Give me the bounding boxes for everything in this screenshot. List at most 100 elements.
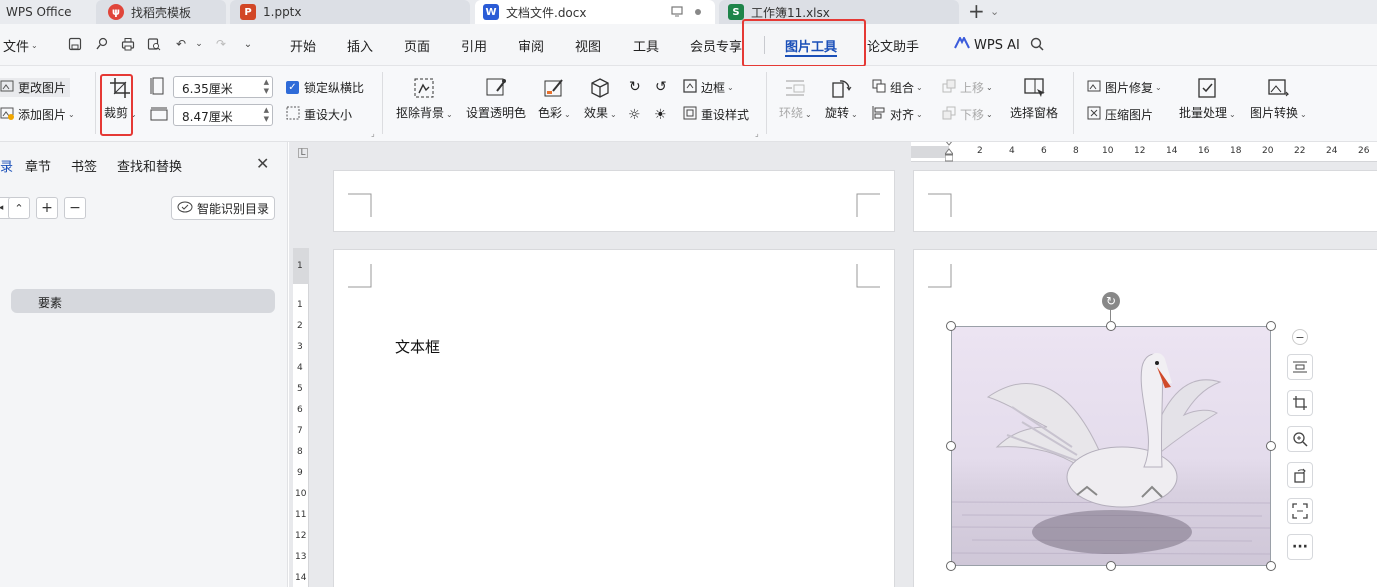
nav-tab-chapters[interactable]: 章节: [25, 156, 51, 175]
change-image-button[interactable]: 更改图片: [0, 78, 71, 97]
save-icon[interactable]: [67, 36, 83, 52]
crop-button[interactable]: 裁剪 ⌄: [104, 76, 137, 121]
toc-item[interactable]: 要素: [11, 289, 275, 313]
resize-handle-nw[interactable]: [946, 321, 956, 331]
resize-handle-w[interactable]: [946, 441, 956, 451]
menu-tools[interactable]: 工具: [633, 24, 659, 66]
screenshot-extract-icon[interactable]: [1287, 498, 1313, 524]
move-up-button[interactable]: ⌃: [8, 197, 30, 219]
add-image-button[interactable]: 添加图片 ⌄: [0, 106, 75, 123]
new-tab-button[interactable]: +: [968, 0, 985, 22]
chevron-down-icon[interactable]: ⌄: [990, 5, 999, 18]
image-repair-button[interactable]: 图片修复 ⌄: [1087, 79, 1162, 96]
menu-page[interactable]: 页面: [404, 24, 430, 66]
remove-background-button[interactable]: 抠除背景 ⌄: [396, 76, 453, 121]
tab-wps-office[interactable]: WPS Office: [6, 0, 72, 24]
ruler-tick: 14: [295, 573, 307, 583]
border-button[interactable]: 边框 ⌄: [683, 79, 734, 96]
compress-image-button[interactable]: 压缩图片: [1087, 106, 1153, 123]
search-icon[interactable]: [1029, 36, 1045, 52]
menu-member[interactable]: 会员专享: [690, 24, 742, 66]
set-transparent-button[interactable]: 设置透明色: [466, 76, 526, 121]
tab-stop-icon[interactable]: L: [298, 148, 308, 158]
reset-style-label: 重设样式: [701, 108, 750, 122]
menu-paper-assistant[interactable]: 论文助手: [867, 24, 919, 66]
resize-handle-s[interactable]: [1106, 561, 1116, 571]
brightness-up-icon[interactable]: ☼: [628, 107, 641, 123]
width-input[interactable]: 6.35厘米 ▲ ▼: [173, 76, 273, 98]
rotate-right-icon[interactable]: ↺: [655, 79, 667, 95]
layout-options-icon[interactable]: [1287, 354, 1313, 380]
border-label: 边框: [701, 81, 726, 95]
lock-aspect-checkbox[interactable]: ✓ 锁定纵横比: [286, 79, 364, 96]
menu-references[interactable]: 引用: [461, 24, 487, 66]
undo-dropdown-icon[interactable]: ⌄: [191, 36, 207, 52]
wps-ai-button[interactable]: WPS AI: [954, 24, 1020, 66]
nav-tab-bookmarks[interactable]: 书签: [71, 156, 97, 175]
format-painter-icon[interactable]: [94, 36, 110, 52]
group-button[interactable]: 组合 ⌄: [872, 79, 923, 96]
word-icon: W: [483, 4, 499, 20]
selection-pane-button[interactable]: 选择窗格: [1010, 76, 1058, 121]
page-corner-mark: [928, 193, 952, 217]
rotate-handle-icon[interactable]: ↻: [1102, 292, 1120, 310]
ruler-tick: 9: [297, 468, 303, 478]
rotate-left-icon[interactable]: ↻: [629, 79, 641, 95]
close-icon[interactable]: ✕: [256, 154, 269, 173]
width-spinner[interactable]: ▲ ▼: [264, 78, 269, 96]
resize-handle-sw[interactable]: [946, 561, 956, 571]
resize-handle-n[interactable]: [1106, 321, 1116, 331]
menu-review[interactable]: 审阅: [518, 24, 544, 66]
monitor-icon[interactable]: [671, 5, 683, 20]
selection-pane-label: 选择窗格: [1010, 106, 1059, 120]
reset-style-button[interactable]: 重设样式: [683, 106, 749, 123]
print-preview-icon[interactable]: [146, 36, 162, 52]
effects-button[interactable]: 效果 ⌄: [584, 76, 617, 121]
tab-pptx[interactable]: P 1.pptx: [230, 0, 470, 24]
tab-xlsx[interactable]: S 工作簿11.xlsx: [719, 0, 959, 24]
rotate-image-icon[interactable]: [1287, 462, 1313, 488]
menu-picture-tools[interactable]: 图片工具: [785, 24, 838, 66]
undo-icon[interactable]: ↶: [173, 36, 189, 52]
ruler-tick: 3: [297, 342, 303, 352]
vertical-ruler[interactable]: 1 2 3 4 5 6 7 8 9 10 11 12 13 14: [293, 284, 309, 587]
resize-handle-se[interactable]: [1266, 561, 1276, 571]
nav-tab-find-replace[interactable]: 查找和替换: [117, 156, 182, 175]
reset-size-button[interactable]: 重设大小: [286, 106, 352, 123]
height-value: 8.47厘米: [182, 110, 233, 124]
smart-toc-button[interactable]: 智能识别目录: [171, 196, 275, 220]
more-options-icon[interactable]: ···: [1287, 534, 1313, 560]
tab-docx[interactable]: W 文档文件.docx: [475, 0, 715, 24]
add-level-button[interactable]: +: [36, 197, 58, 219]
menu-insert[interactable]: 插入: [347, 24, 373, 66]
redo-icon: ↷: [215, 37, 227, 51]
crop-icon[interactable]: [1287, 390, 1313, 416]
collapse-toolbar-icon[interactable]: −: [1292, 329, 1308, 345]
resize-handle-e[interactable]: [1266, 441, 1276, 451]
height-input[interactable]: 8.47厘米 ▲ ▼: [173, 104, 273, 126]
dialog-launcher-icon[interactable]: ⌟: [371, 129, 375, 138]
tab-docer[interactable]: ψ 找稻壳模板: [96, 0, 226, 24]
swan-image[interactable]: [951, 326, 1271, 566]
file-menu[interactable]: 文件 ⌄: [3, 24, 38, 66]
print-icon[interactable]: [120, 36, 136, 52]
batch-process-button[interactable]: 批量处理 ⌄: [1179, 76, 1236, 121]
textbox-text[interactable]: 文本框: [395, 336, 440, 357]
resize-handle-ne[interactable]: [1266, 321, 1276, 331]
height-spinner[interactable]: ▲ ▼: [264, 106, 269, 124]
rotate-button[interactable]: 旋转 ⌄: [825, 76, 858, 121]
dialog-launcher-icon[interactable]: ⌟: [755, 129, 759, 138]
menu-view[interactable]: 视图: [575, 24, 601, 66]
align-button[interactable]: 对齐 ⌄: [872, 106, 923, 123]
brightness-down-icon[interactable]: ☀: [654, 107, 667, 123]
page-left[interactable]: 文本框: [333, 249, 895, 587]
remove-level-button[interactable]: −: [64, 197, 86, 219]
horizontal-ruler[interactable]: 2 4 6 8 10 12 14 16 18 20 22 24 26: [911, 142, 1377, 162]
more-chevron-icon[interactable]: ⌄: [240, 36, 256, 52]
zoom-in-icon[interactable]: [1287, 426, 1313, 452]
nav-tab-toc[interactable]: 录: [0, 156, 13, 175]
color-button[interactable]: 色彩 ⌄: [538, 76, 571, 121]
indent-marker-icon[interactable]: [943, 142, 955, 164]
image-convert-button[interactable]: 图片转换 ⌄: [1250, 76, 1307, 121]
menu-home[interactable]: 开始: [290, 24, 316, 66]
